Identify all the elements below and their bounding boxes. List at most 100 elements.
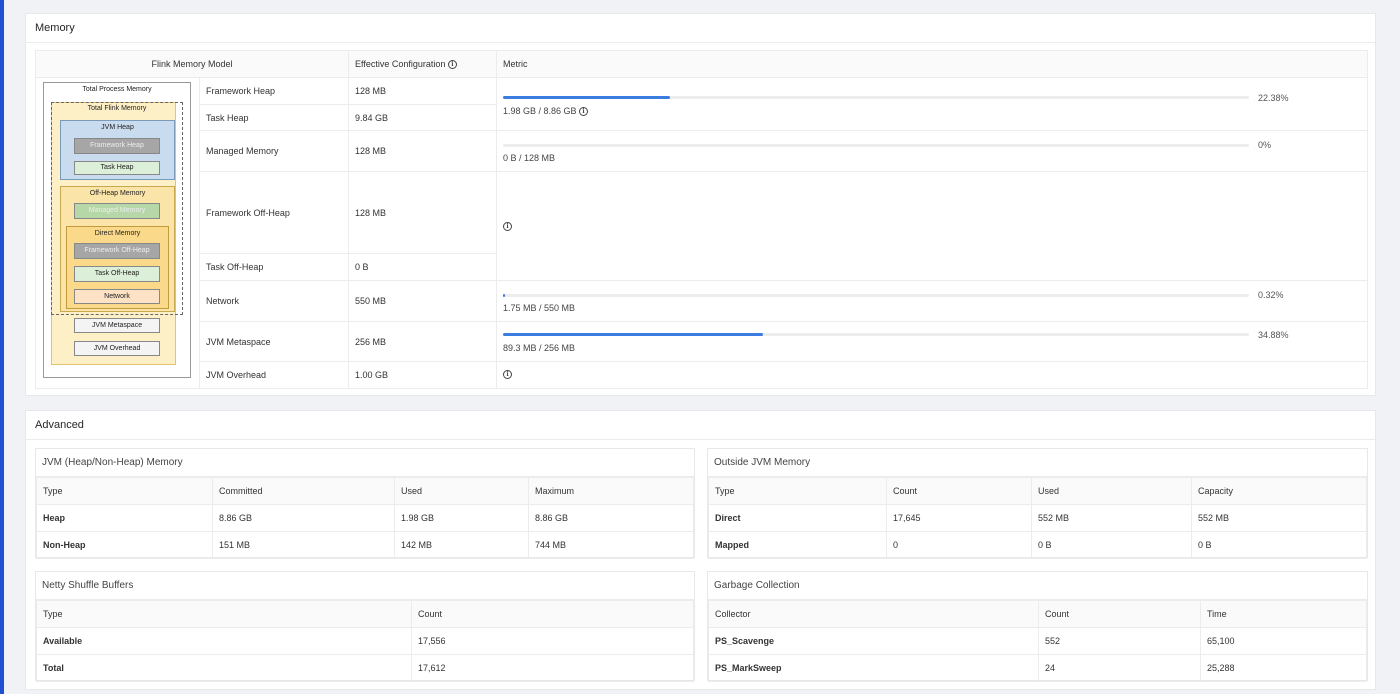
diagram-jvm-heap-label: JVM Heap xyxy=(101,124,134,131)
heap-usage-text: 1.98 GB / 8.86 GB i xyxy=(503,106,589,117)
diagram-framework-off-heap-block: Framework Off-Heap xyxy=(74,243,160,259)
row-value-framework-heap: 128 MB xyxy=(348,77,497,105)
col-header: Used xyxy=(1031,477,1192,505)
table-row: Total 17,612 xyxy=(36,654,694,682)
cell-time: 65,100 xyxy=(1200,627,1367,655)
row-label-framework-off-heap: Framework Off-Heap xyxy=(199,171,349,254)
diagram-managed-block: Managed Memory xyxy=(74,203,160,219)
row-label-task-heap: Task Heap xyxy=(199,104,349,131)
col-header: Collector xyxy=(708,600,1039,628)
metaspace-usage-text: 89.3 MB / 256 MB xyxy=(503,343,576,353)
table-row: Non-Heap 151 MB 142 MB 744 MB xyxy=(36,531,694,559)
cell-maximum: 8.86 GB xyxy=(528,504,694,532)
info-icon[interactable]: i xyxy=(447,60,457,70)
cell-count: 24 xyxy=(1038,654,1201,682)
diagram-total-flink-label: Total Flink Memory xyxy=(87,105,147,112)
memory-card: Memory Flink Memory Model Effective Conf… xyxy=(25,13,1376,396)
info-icon[interactable]: i xyxy=(579,107,589,117)
cell-used: 1.98 GB xyxy=(394,504,529,532)
heap-progress-bar xyxy=(503,96,1249,99)
metric-managed: 0% 0 B / 128 MB xyxy=(496,130,1368,172)
jvm-memory-table: Type Committed Used Maximum Heap 8.86 GB… xyxy=(36,477,694,559)
col-header: Type xyxy=(708,477,887,505)
row-value-managed-memory: 128 MB xyxy=(348,130,497,172)
cell-count: 17,612 xyxy=(411,654,694,682)
metric-network: 0.32% 1.75 MB / 550 MB xyxy=(496,280,1368,322)
cell-used: 0 B xyxy=(1031,531,1192,559)
advanced-card-title: Advanced xyxy=(26,411,1375,440)
diagram-framework-heap-block: Framework Heap xyxy=(74,138,160,154)
managed-progress-bar xyxy=(503,144,1249,147)
row-value-network: 550 MB xyxy=(348,280,497,322)
row-label-jvm-metaspace: JVM Metaspace xyxy=(199,321,349,362)
col-header: Time xyxy=(1200,600,1367,628)
col-header: Count xyxy=(886,477,1032,505)
netty-buffers-title: Netty Shuffle Buffers xyxy=(36,572,694,600)
cell-type: Mapped xyxy=(708,531,887,559)
table-row: Mapped 0 0 B 0 B xyxy=(708,531,1367,559)
cell-count: 552 xyxy=(1038,627,1201,655)
cell-count: 17,645 xyxy=(886,504,1032,532)
col-header-memory-model: Flink Memory Model xyxy=(35,50,349,78)
cell-time: 25,288 xyxy=(1200,654,1367,682)
row-label-task-off-heap: Task Off-Heap xyxy=(199,253,349,281)
metric-overhead: i xyxy=(496,361,1368,389)
cell-maximum: 744 MB xyxy=(528,531,694,559)
cell-type: Heap xyxy=(36,504,213,532)
table-row: PS_MarkSweep 24 25,288 xyxy=(708,654,1367,682)
col-header: Committed xyxy=(212,477,395,505)
row-label-framework-heap: Framework Heap xyxy=(199,77,349,105)
col-header: Type xyxy=(36,477,213,505)
cell-count: 0 xyxy=(886,531,1032,559)
network-progress-bar xyxy=(503,294,1249,297)
garbage-collection-table: Collector Count Time PS_Scavenge 552 65,… xyxy=(708,600,1367,682)
col-header: Capacity xyxy=(1191,477,1367,505)
col-header-effective-config: Effective Configuration i xyxy=(348,50,497,78)
outside-jvm-title: Outside JVM Memory xyxy=(708,449,1367,477)
diagram-jvm-metaspace-block: JVM Metaspace xyxy=(74,318,160,333)
info-icon[interactable]: i xyxy=(503,222,512,231)
heap-percent: 22.38% xyxy=(1258,93,1289,103)
outside-jvm-table: Type Count Used Capacity Direct 17,645 5… xyxy=(708,477,1367,559)
cell-count: 17,556 xyxy=(411,627,694,655)
cell-type: Direct xyxy=(708,504,887,532)
cell-type: Available xyxy=(36,627,412,655)
table-row: PS_Scavenge 552 65,100 xyxy=(708,627,1367,655)
metric-heap: 22.38% 1.98 GB / 8.86 GB i xyxy=(496,77,1368,131)
diagram-total-process-label: Total Process Memory xyxy=(82,86,152,93)
cell-committed: 151 MB xyxy=(212,531,395,559)
diagram-direct-memory-label: Direct Memory xyxy=(94,230,141,237)
row-value-task-heap: 9.84 GB xyxy=(348,104,497,131)
cell-type: Total xyxy=(36,654,412,682)
cell-collector: PS_Scavenge xyxy=(708,627,1039,655)
row-value-jvm-overhead: 1.00 GB xyxy=(348,361,497,389)
network-percent: 0.32% xyxy=(1258,290,1284,300)
cell-used: 142 MB xyxy=(394,531,529,559)
diagram-task-off-heap-block: Task Off-Heap xyxy=(74,266,160,282)
col-header: Type xyxy=(36,600,412,628)
info-icon[interactable]: i xyxy=(503,370,512,379)
left-accent-bar xyxy=(0,0,4,694)
diagram-network-block: Network xyxy=(74,289,160,304)
table-row: Direct 17,645 552 MB 552 MB xyxy=(708,504,1367,532)
cell-capacity: 552 MB xyxy=(1191,504,1367,532)
garbage-collection-panel: Garbage Collection Collector Count Time … xyxy=(707,571,1368,682)
metric-metaspace: 34.88% 89.3 MB / 256 MB xyxy=(496,321,1368,362)
table-row: Heap 8.86 GB 1.98 GB 8.86 GB xyxy=(36,504,694,532)
cell-collector: PS_MarkSweep xyxy=(708,654,1039,682)
col-header: Used xyxy=(394,477,529,505)
row-label-managed-memory: Managed Memory xyxy=(199,130,349,172)
table-row: Available 17,556 xyxy=(36,627,694,655)
metric-off-heap: i xyxy=(496,171,1368,281)
advanced-card: Advanced JVM (Heap/Non-Heap) Memory Type… xyxy=(25,410,1376,690)
garbage-collection-title: Garbage Collection xyxy=(708,572,1367,600)
col-header: Count xyxy=(411,600,694,628)
jvm-memory-panel: JVM (Heap/Non-Heap) Memory Type Committe… xyxy=(35,448,695,559)
network-usage-text: 1.75 MB / 550 MB xyxy=(503,303,576,313)
memory-model-table: Flink Memory Model Effective Configurati… xyxy=(35,50,1368,389)
row-value-framework-off-heap: 128 MB xyxy=(348,171,497,254)
managed-percent: 0% xyxy=(1258,140,1272,150)
jvm-memory-title: JVM (Heap/Non-Heap) Memory xyxy=(36,449,694,477)
diagram-off-heap-label: Off-Heap Memory xyxy=(89,190,146,197)
cell-capacity: 0 B xyxy=(1191,531,1367,559)
